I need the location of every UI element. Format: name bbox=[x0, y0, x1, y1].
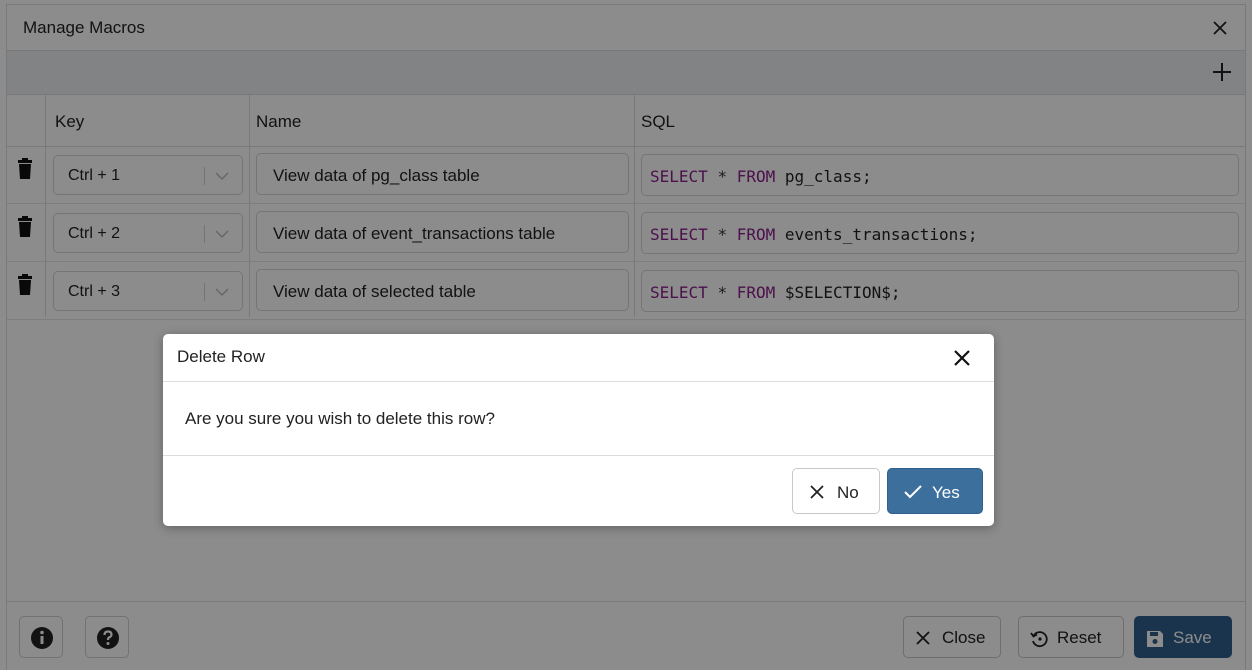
yes-button-label: Yes bbox=[932, 483, 960, 502]
check-icon bbox=[904, 485, 922, 499]
close-icon bbox=[810, 485, 824, 499]
no-button[interactable]: No bbox=[792, 468, 880, 514]
yes-button[interactable]: Yes bbox=[887, 468, 983, 514]
dialog-body: Are you sure you wish to delete this row… bbox=[163, 382, 994, 456]
no-button-label: No bbox=[837, 483, 859, 502]
delete-row-dialog: Delete Row Are you sure you wish to dele… bbox=[163, 334, 994, 526]
close-icon[interactable] bbox=[950, 346, 974, 370]
dialog-header: Delete Row bbox=[163, 334, 994, 382]
dialog-message: Are you sure you wish to delete this row… bbox=[185, 409, 495, 428]
dialog-title: Delete Row bbox=[177, 347, 265, 366]
